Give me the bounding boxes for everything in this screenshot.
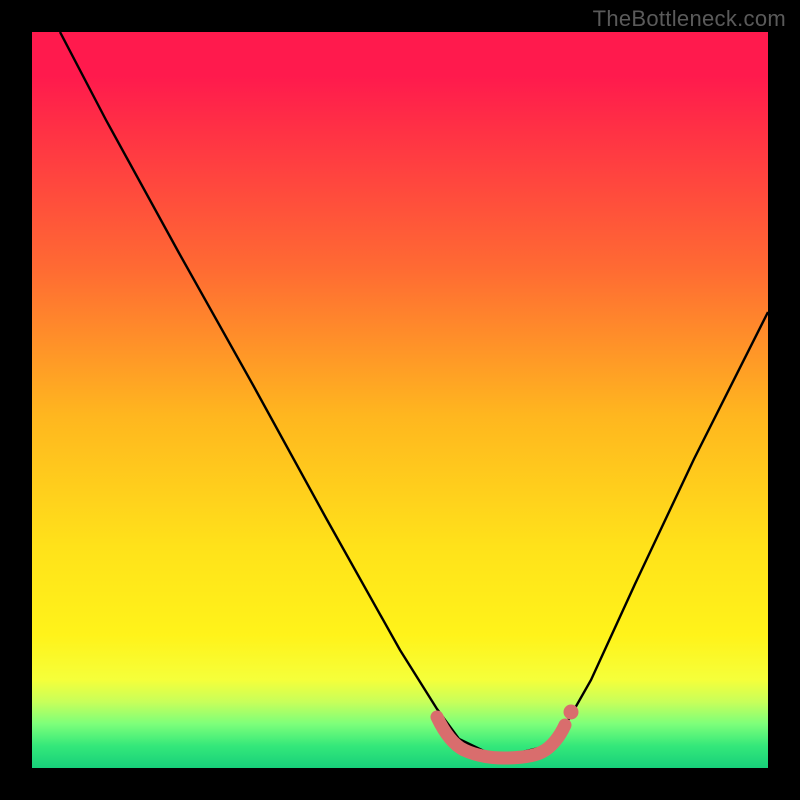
bottleneck-curve bbox=[60, 32, 768, 753]
plot-area bbox=[32, 32, 768, 768]
watermark-text: TheBottleneck.com bbox=[593, 6, 786, 32]
optimal-range-marker bbox=[437, 717, 565, 758]
optimal-range-end-dot bbox=[564, 705, 579, 720]
curve-svg bbox=[32, 32, 768, 768]
chart-frame: TheBottleneck.com bbox=[0, 0, 800, 800]
